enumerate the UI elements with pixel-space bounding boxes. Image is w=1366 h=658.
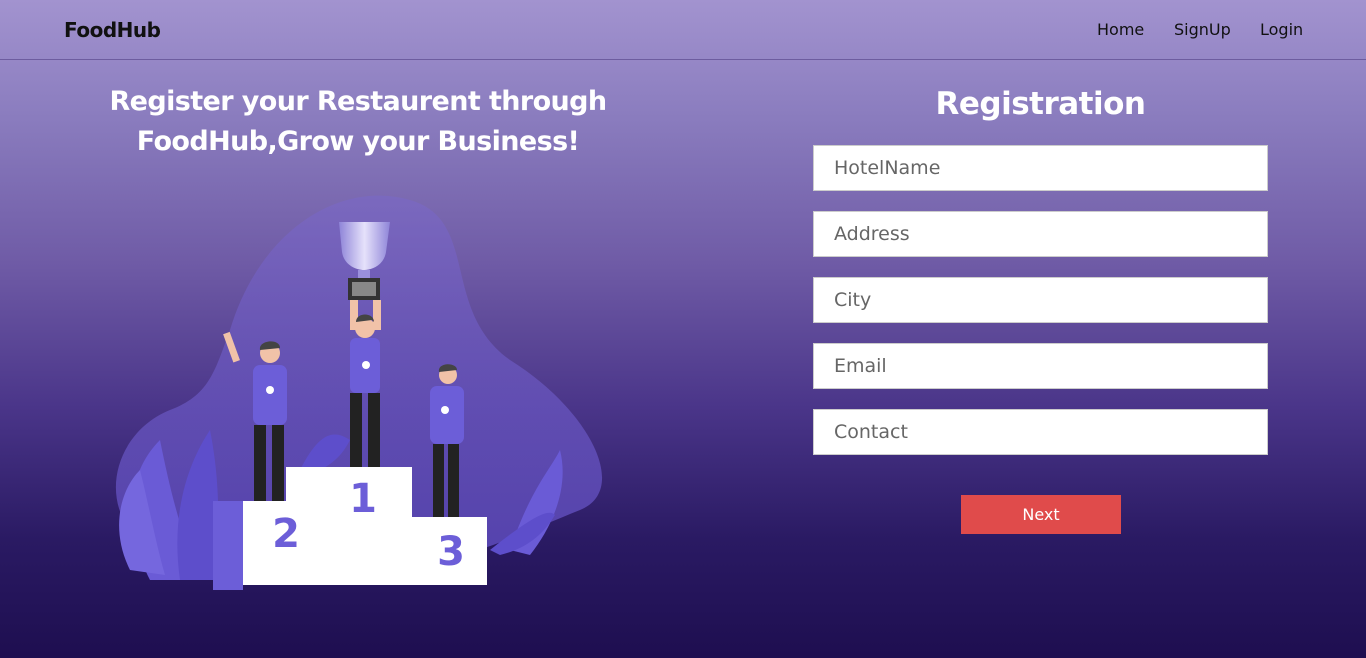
podium-illustration: 1 2 3 (115, 195, 603, 590)
hero-headline-line2: FoodHub,Grow your Business! (136, 126, 580, 157)
hero-headline: Register your Restaurent through FoodHub… (98, 82, 618, 162)
podium-label-1: 1 (349, 476, 377, 522)
contact-input[interactable] (813, 409, 1268, 455)
email-input[interactable] (813, 343, 1268, 389)
podium-label-2: 2 (272, 511, 300, 557)
hotel-name-input[interactable] (813, 145, 1268, 191)
brand-logo[interactable]: FoodHub (64, 18, 161, 42)
address-input[interactable] (813, 211, 1268, 257)
podium-2-side (213, 501, 243, 590)
next-button[interactable]: Next (961, 495, 1121, 534)
nav-signup-link[interactable]: SignUp (1174, 20, 1231, 39)
hero-headline-line1: Register your Restaurent through (109, 86, 607, 117)
nav-login-link[interactable]: Login (1260, 20, 1303, 39)
city-input[interactable] (813, 277, 1268, 323)
nav-home-link[interactable]: Home (1097, 20, 1144, 39)
navbar: FoodHub Home SignUp Login (0, 0, 1366, 60)
podium-label-3: 3 (437, 529, 465, 575)
registration-title: Registration (935, 86, 1146, 122)
